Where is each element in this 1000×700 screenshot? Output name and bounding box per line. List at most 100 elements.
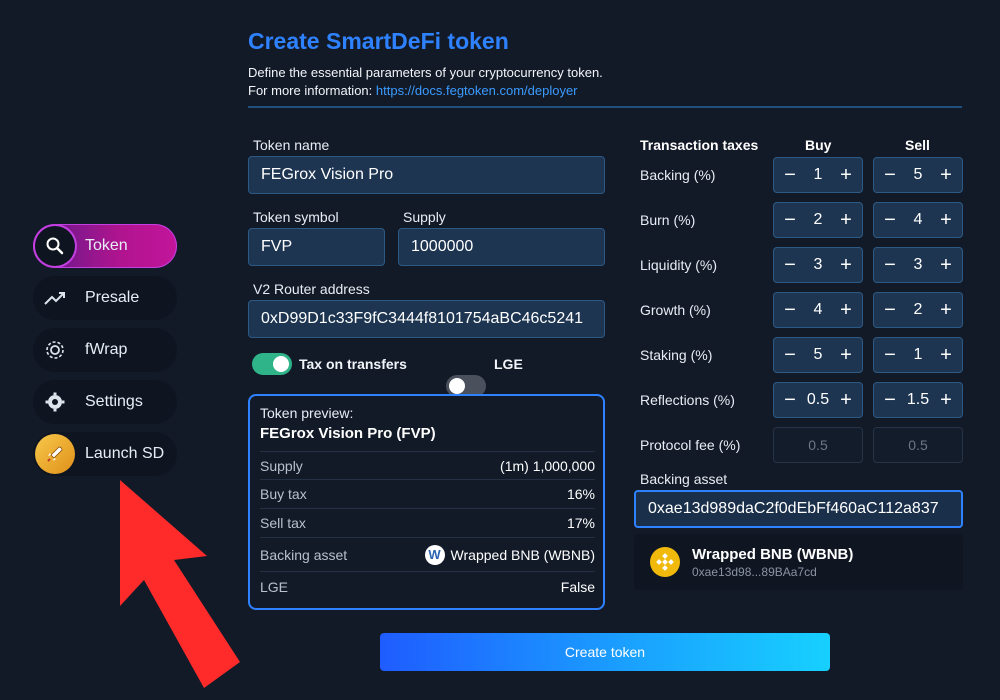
token-preview-card: Token preview: FEGrox Vision Pro (FVP) S…: [248, 394, 605, 610]
preview-value: (1m) 1,000,000: [500, 457, 595, 474]
plus-button[interactable]: +: [838, 209, 854, 232]
gear-icon: [35, 382, 75, 422]
backing-sell-stepper[interactable]: −5 +: [873, 157, 963, 193]
plus-button[interactable]: +: [938, 209, 954, 232]
page-subtitle: Define the essential parameters of your …: [248, 64, 603, 100]
preview-value: False: [560, 578, 595, 595]
stepper-value: 1.5: [906, 391, 930, 408]
liquidity-sell-stepper[interactable]: −3 +: [873, 247, 963, 283]
minus-button[interactable]: −: [782, 164, 798, 187]
backing-asset-input[interactable]: 0xae13d989daC2f0dEbFf460aC112a837: [634, 490, 963, 528]
plus-button[interactable]: +: [938, 254, 954, 277]
preview-key: Sell tax: [260, 515, 306, 531]
minus-button[interactable]: −: [882, 254, 898, 277]
minus-button[interactable]: −: [882, 389, 898, 412]
minus-button[interactable]: −: [782, 344, 798, 367]
plus-button[interactable]: +: [938, 389, 954, 412]
stepper-value: 2: [813, 211, 823, 228]
preview-heading: Token preview:: [260, 405, 354, 421]
minus-button[interactable]: −: [782, 254, 798, 277]
reflections-buy-stepper[interactable]: −0.5 +: [773, 382, 863, 418]
preview-key: LGE: [260, 578, 289, 595]
plus-button[interactable]: +: [938, 299, 954, 322]
sidebar-item-launch-sd[interactable]: Launch SD: [33, 432, 177, 476]
red-arrow-annotation: [120, 480, 240, 688]
transaction-taxes-header: Transaction taxes: [640, 137, 759, 153]
bnb-icon: [650, 547, 680, 577]
tax-label-growth: Growth (%): [640, 302, 711, 318]
plus-button[interactable]: +: [938, 164, 954, 187]
supply-label: Supply: [403, 209, 446, 225]
tax-label-reflections: Reflections (%): [640, 392, 735, 408]
tax-label-burn: Burn (%): [640, 212, 696, 228]
backing-asset-option[interactable]: Wrapped BNB (WBNB) 0xae13d98...89BAa7cd: [634, 534, 963, 590]
sidebar-item-label: Settings: [85, 393, 143, 410]
tax-transfers-toggle[interactable]: [252, 353, 292, 375]
plus-button[interactable]: +: [838, 299, 854, 322]
token-symbol-label: Token symbol: [253, 209, 339, 225]
staking-sell-stepper[interactable]: −1 +: [873, 337, 963, 373]
sidebar-item-presale[interactable]: Presale: [33, 276, 177, 320]
minus-button[interactable]: −: [782, 389, 798, 412]
preview-key: Buy tax: [260, 486, 307, 502]
create-token-button[interactable]: Create token: [380, 633, 830, 671]
tax-label-protocol-fee: Protocol fee (%): [640, 437, 741, 453]
sidebar-item-fwrap[interactable]: fWrap: [33, 328, 177, 372]
minus-button[interactable]: −: [782, 299, 798, 322]
sidebar-item-settings[interactable]: Settings: [33, 380, 177, 424]
burn-buy-stepper[interactable]: −2 +: [773, 202, 863, 238]
stepper-value: 2: [913, 301, 923, 318]
minus-button[interactable]: −: [782, 209, 798, 232]
option-text: Wrapped BNB (WBNB) 0xae13d98...89BAa7cd: [692, 546, 853, 579]
plus-button[interactable]: +: [838, 254, 854, 277]
preview-row-backing-asset: Backing asset W Wrapped BNB (WBNB): [260, 538, 595, 572]
token-name-input[interactable]: FEGrox Vision Pro: [248, 156, 605, 194]
lge-label: LGE: [494, 356, 523, 372]
tax-label-backing: Backing (%): [640, 167, 716, 183]
router-address-input[interactable]: 0xD99D1c33F9fC3444f8101754aBC46c5241: [248, 300, 605, 338]
search-icon: [35, 226, 75, 266]
router-label: V2 Router address: [253, 281, 370, 297]
sidebar-item-label: Launch SD: [85, 445, 165, 462]
burn-sell-stepper[interactable]: −4 +: [873, 202, 963, 238]
protocol-fee-sell-field: 0.5: [873, 427, 963, 463]
sidebar-item-token[interactable]: Token: [33, 224, 177, 268]
stepper-value: 3: [813, 256, 823, 273]
stepper-value: 3: [913, 256, 923, 273]
preview-row-sell-tax: Sell tax 17%: [260, 509, 595, 538]
toggle-knob: [273, 356, 289, 372]
preview-key: Supply: [260, 457, 303, 474]
plus-button[interactable]: +: [838, 344, 854, 367]
backing-buy-stepper[interactable]: −1 +: [773, 157, 863, 193]
plus-button[interactable]: +: [838, 389, 854, 412]
staking-buy-stepper[interactable]: −5 +: [773, 337, 863, 373]
docs-link[interactable]: https://docs.fegtoken.com/deployer: [376, 83, 578, 98]
sidebar-item-label: fWrap: [85, 341, 128, 358]
preview-row-supply: Supply (1m) 1,000,000: [260, 451, 595, 480]
sidebar-item-label: Presale: [85, 289, 140, 306]
plus-button[interactable]: +: [938, 344, 954, 367]
stepper-value: 1: [913, 346, 923, 363]
stepper-value: 4: [813, 301, 823, 318]
preview-value: W Wrapped BNB (WBNB): [424, 544, 595, 565]
buy-header: Buy: [805, 137, 832, 153]
liquidity-buy-stepper[interactable]: −3 +: [773, 247, 863, 283]
growth-sell-stepper[interactable]: −2 +: [873, 292, 963, 328]
minus-button[interactable]: −: [882, 299, 898, 322]
reflections-sell-stepper[interactable]: −1.5 +: [873, 382, 963, 418]
minus-button[interactable]: −: [882, 209, 898, 232]
backing-asset-label: Backing asset: [640, 471, 728, 487]
tax-label-liquidity: Liquidity (%): [640, 257, 718, 273]
preview-row-buy-tax: Buy tax 16%: [260, 480, 595, 509]
minus-button[interactable]: −: [882, 164, 898, 187]
token-symbol-input[interactable]: FVP: [248, 228, 385, 266]
minus-button[interactable]: −: [882, 344, 898, 367]
growth-buy-stepper[interactable]: −4 +: [773, 292, 863, 328]
plus-button[interactable]: +: [838, 164, 854, 187]
trend-icon: [35, 278, 75, 318]
sidebar-item-label: Token: [85, 237, 128, 254]
supply-input[interactable]: 1000000: [398, 228, 605, 266]
header-divider: [248, 106, 962, 108]
option-address: 0xae13d98...89BAa7cd: [692, 564, 817, 579]
stepper-value: 1: [813, 166, 823, 183]
